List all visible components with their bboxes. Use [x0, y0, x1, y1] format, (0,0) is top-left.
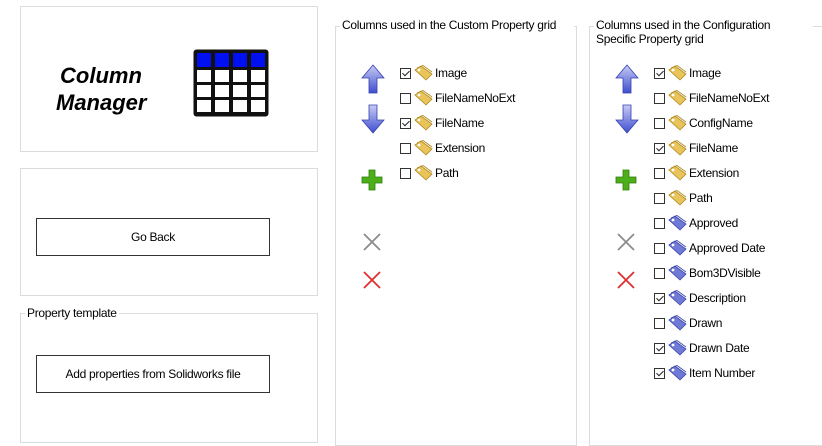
blue-tag-icon — [668, 215, 687, 231]
column-item-label: Path — [689, 191, 713, 205]
column-item-label: FileNameNoExt — [689, 91, 770, 105]
yellow-tag-icon — [668, 115, 687, 131]
column-checkbox[interactable] — [654, 192, 665, 204]
delete-column-x-icon[interactable] — [616, 270, 636, 290]
column-item-label: Image — [689, 66, 721, 80]
column-item[interactable]: Approved — [654, 213, 738, 233]
app-title-line2: Manager — [56, 90, 147, 115]
column-item[interactable]: Image — [654, 63, 721, 83]
yellow-tag-icon — [668, 90, 687, 106]
column-checkbox[interactable] — [654, 67, 665, 79]
go-back-button[interactable]: Go Back — [36, 218, 270, 256]
yellow-tag-icon — [414, 165, 433, 181]
column-item[interactable]: Drawn Date — [654, 338, 750, 358]
column-checkbox[interactable] — [654, 342, 665, 354]
column-item[interactable]: Description — [654, 288, 746, 308]
column-item-label: Bom3DVisible — [689, 266, 761, 280]
column-checkbox[interactable] — [654, 267, 665, 279]
column-item-label: ConfigName — [689, 116, 753, 130]
move-down-arrow-icon[interactable] — [615, 104, 639, 134]
yellow-tag-icon — [414, 65, 433, 81]
clear-selection-x-icon[interactable] — [362, 232, 382, 252]
column-item-label: Approved — [689, 216, 738, 230]
property-template-legend: Property template — [25, 306, 119, 320]
move-up-arrow-icon[interactable] — [615, 64, 639, 94]
clear-selection-x-icon[interactable] — [616, 232, 636, 252]
column-checkbox[interactable] — [654, 292, 665, 304]
column-item-label: Extension — [689, 166, 739, 180]
add-properties-button[interactable]: Add properties from Solidworks file — [36, 355, 270, 393]
column-item[interactable]: Path — [400, 163, 459, 183]
column-checkbox[interactable] — [654, 217, 665, 229]
column-item-label: Image — [435, 66, 467, 80]
column-checkbox[interactable] — [400, 92, 411, 104]
column-item[interactable]: FileName — [400, 113, 484, 133]
column-item-label: Drawn — [689, 316, 723, 330]
column-item-label: Description — [689, 291, 746, 305]
yellow-tag-icon — [668, 140, 687, 156]
column-item[interactable]: Drawn — [654, 313, 722, 333]
column-checkbox[interactable] — [654, 117, 665, 129]
column-item[interactable]: Extension — [400, 138, 485, 158]
yellow-tag-icon — [668, 190, 687, 206]
column-item[interactable]: FileNameNoExt — [400, 88, 515, 108]
column-item-label: Item Number — [689, 366, 756, 380]
column-item-label: FileName — [689, 141, 738, 155]
delete-column-x-icon[interactable] — [362, 270, 382, 290]
app-title-line1: Column — [60, 63, 142, 88]
column-item-label: Extension — [435, 141, 485, 155]
move-up-arrow-icon[interactable] — [361, 64, 385, 94]
custom-grid-legend: Columns used in the Custom Property grid — [340, 18, 574, 32]
config-grid-legend: Columns used in the Configuration Specif… — [594, 18, 813, 46]
column-item-label: Path — [435, 166, 459, 180]
blue-tag-icon — [668, 340, 687, 356]
column-item[interactable]: Approved Date — [654, 238, 765, 258]
column-checkbox[interactable] — [654, 367, 665, 379]
blue-tag-icon — [668, 265, 687, 281]
column-item-label: FileName — [435, 116, 484, 130]
column-checkbox[interactable] — [400, 117, 411, 129]
column-item-label: FileNameNoExt — [435, 91, 516, 105]
yellow-tag-icon — [414, 90, 433, 106]
column-item[interactable]: Extension — [654, 163, 739, 183]
column-checkbox[interactable] — [400, 67, 411, 79]
column-checkbox[interactable] — [400, 142, 411, 154]
add-column-plus-icon[interactable] — [361, 169, 383, 191]
add-column-plus-icon[interactable] — [615, 169, 637, 191]
column-item[interactable]: Path — [654, 188, 713, 208]
column-item[interactable]: ConfigName — [654, 113, 753, 133]
column-checkbox[interactable] — [400, 167, 411, 179]
column-item[interactable]: FileNameNoExt — [654, 88, 769, 108]
move-down-arrow-icon[interactable] — [361, 104, 385, 134]
go-back-button-label: Go Back — [131, 230, 175, 244]
app-title: Column Manager — [56, 62, 146, 116]
blue-tag-icon — [668, 365, 687, 381]
column-checkbox[interactable] — [654, 142, 665, 154]
table-grid-icon — [193, 49, 269, 117]
column-item[interactable]: Item Number — [654, 363, 755, 383]
blue-tag-icon — [668, 290, 687, 306]
column-item[interactable]: FileName — [654, 138, 738, 158]
yellow-tag-icon — [668, 65, 687, 81]
blue-tag-icon — [668, 315, 687, 331]
add-properties-button-label: Add properties from Solidworks file — [65, 367, 241, 381]
column-checkbox[interactable] — [654, 167, 665, 179]
column-item[interactable]: Bom3DVisible — [654, 263, 761, 283]
yellow-tag-icon — [414, 115, 433, 131]
column-checkbox[interactable] — [654, 242, 665, 254]
column-item-label: Approved Date — [689, 241, 766, 255]
yellow-tag-icon — [668, 165, 687, 181]
column-checkbox[interactable] — [654, 317, 665, 329]
column-item[interactable]: Image — [400, 63, 467, 83]
column-checkbox[interactable] — [654, 92, 665, 104]
blue-tag-icon — [668, 240, 687, 256]
yellow-tag-icon — [414, 140, 433, 156]
column-item-label: Drawn Date — [689, 341, 750, 355]
